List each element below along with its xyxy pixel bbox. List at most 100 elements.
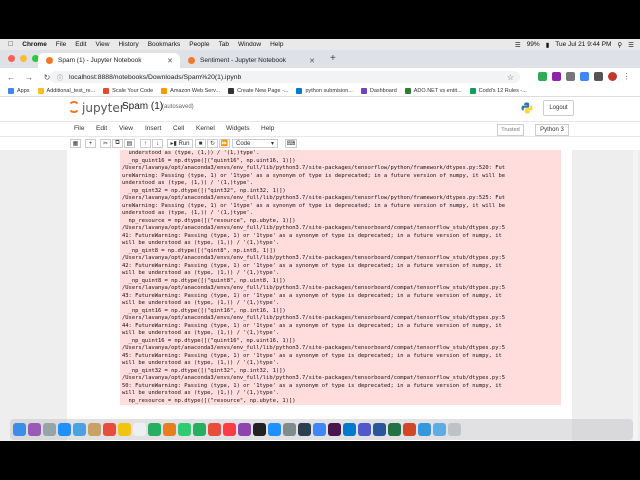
extension-icon[interactable] (538, 72, 547, 81)
menu-tab[interactable]: Tab (218, 41, 228, 48)
new-tab-button[interactable]: + (330, 53, 336, 64)
address-bar[interactable]: ⓘ localhost:8888/notebooks/Downloads/Spa… (50, 71, 520, 83)
contacts-icon[interactable] (88, 423, 101, 436)
photos-icon[interactable] (163, 423, 176, 436)
terminal-icon[interactable] (298, 423, 311, 436)
bookmark-star-icon[interactable]: ☆ (507, 73, 514, 82)
system-preferences-icon[interactable] (283, 423, 296, 436)
jmenu-help[interactable]: Help (261, 125, 274, 132)
menu-help[interactable]: Help (270, 41, 283, 48)
calendar-icon[interactable] (103, 423, 116, 436)
kernel-indicator[interactable]: Python 3 (535, 124, 569, 136)
preview-icon[interactable] (418, 423, 431, 436)
stop-icon[interactable]: ■ (195, 139, 206, 148)
url-text[interactable]: localhost:8888/notebooks/Downloads/Spam%… (69, 74, 241, 81)
menu-history[interactable]: History (118, 41, 138, 48)
reminders-icon[interactable] (133, 423, 146, 436)
music-icon[interactable] (223, 423, 236, 436)
clock[interactable]: Tue Jul 21 9:44 PM (555, 41, 611, 48)
bookmark-item[interactable]: Amazon Web Serv... (161, 88, 220, 94)
close-tab-icon[interactable]: ✕ (167, 57, 173, 65)
trusted-badge[interactable]: Trusted (497, 124, 524, 136)
maps-icon[interactable] (148, 423, 161, 436)
slack-icon[interactable] (328, 423, 341, 436)
bookmark-item[interactable]: python submision... (296, 88, 353, 94)
scrollbar[interactable] (633, 150, 638, 441)
news-icon[interactable] (208, 423, 221, 436)
facetime-icon[interactable] (193, 423, 206, 436)
menu-view[interactable]: View (96, 41, 110, 48)
menu-edit[interactable]: Edit (75, 41, 86, 48)
messages-icon[interactable] (178, 423, 191, 436)
restart-icon[interactable]: ↻ (207, 139, 218, 148)
bookmark-item[interactable]: ADO.NET vs entit... (404, 88, 462, 94)
podcasts-icon[interactable] (238, 423, 251, 436)
copy-icon[interactable]: ⧉ (112, 139, 123, 148)
finder-icon[interactable] (13, 423, 26, 436)
jupyter-logo[interactable]: jupyter (68, 101, 125, 115)
extension-icon[interactable] (594, 72, 603, 81)
bookmark-item[interactable]: Create New Page -... (228, 88, 288, 94)
menu-bookmarks[interactable]: Bookmarks (148, 41, 181, 48)
close-tab-icon[interactable]: ✕ (309, 57, 315, 65)
cell-type-select[interactable]: Code ▾ (232, 139, 278, 148)
jmenu-view[interactable]: View (119, 125, 133, 132)
forward-icon[interactable]: → (22, 73, 36, 82)
search-icon[interactable]: ⚲ (617, 41, 622, 49)
jmenu-insert[interactable]: Insert (145, 125, 161, 132)
bookmark-item[interactable]: Dashboard (360, 88, 397, 94)
battery-icon[interactable]: ▮ (546, 41, 550, 49)
vscode-icon[interactable] (343, 423, 356, 436)
bookmark-apps[interactable]: Apps (8, 88, 30, 94)
menu-file[interactable]: File (56, 41, 66, 48)
notebook-name[interactable]: Spam (1) (122, 101, 163, 112)
mail-icon[interactable] (73, 423, 86, 436)
excel-icon[interactable] (388, 423, 401, 436)
save-icon[interactable]: ▦ (70, 139, 81, 148)
bookmark-item[interactable]: Scale Your Code (103, 88, 153, 94)
apple-icon[interactable]:  (8, 41, 13, 48)
wifi-icon[interactable]: ☰ (515, 41, 521, 49)
jmenu-kernel[interactable]: Kernel (196, 125, 215, 132)
jmenu-file[interactable]: File (74, 125, 84, 132)
app-store-icon[interactable] (268, 423, 281, 436)
extension-icon[interactable] (580, 72, 589, 81)
close-window-icon[interactable] (8, 55, 15, 62)
siri-icon[interactable] (28, 423, 41, 436)
move-up-icon[interactable]: ↑ (140, 139, 151, 148)
app-menu[interactable]: Chrome (22, 41, 47, 48)
cut-icon[interactable]: ✂ (100, 139, 111, 148)
trash-icon[interactable] (448, 423, 461, 436)
jmenu-widgets[interactable]: Widgets (226, 125, 249, 132)
profile-avatar-icon[interactable] (608, 72, 617, 81)
back-icon[interactable]: ← (4, 73, 18, 82)
info-icon[interactable]: ⓘ (57, 73, 63, 82)
fast-forward-icon[interactable]: ⏩ (219, 139, 230, 148)
move-down-icon[interactable]: ↓ (152, 139, 163, 148)
launchpad-icon[interactable] (43, 423, 56, 436)
tab-spam[interactable]: Spam (1) - Jupyter Notebook ✕ (38, 53, 180, 68)
logout-button[interactable]: Logout (543, 100, 574, 116)
menu-window[interactable]: Window (238, 41, 261, 48)
menu-people[interactable]: People (189, 41, 209, 48)
notes-icon[interactable] (118, 423, 131, 436)
teams-icon[interactable] (358, 423, 371, 436)
jmenu-edit[interactable]: Edit (96, 125, 107, 132)
run-button[interactable]: ▸▮ Run (167, 139, 193, 148)
jmenu-cell[interactable]: Cell (173, 125, 184, 132)
tv-icon[interactable] (253, 423, 266, 436)
extension-icon[interactable] (566, 72, 575, 81)
extension-icon[interactable] (552, 72, 561, 81)
minimize-window-icon[interactable] (20, 55, 27, 62)
control-center-icon[interactable]: ☰ (628, 41, 634, 49)
command-palette-icon[interactable]: ⌨ (285, 139, 297, 148)
powerpoint-icon[interactable] (403, 423, 416, 436)
more-menu-icon[interactable]: ⋮ (622, 72, 631, 81)
downloads-icon[interactable] (433, 423, 446, 436)
insert-cell-icon[interactable]: + (85, 139, 96, 148)
bookmark-item[interactable]: Codd's 12 Rules -... (469, 88, 527, 94)
safari-icon[interactable] (58, 423, 71, 436)
chrome-icon[interactable] (313, 423, 326, 436)
tab-sentiment[interactable]: Sentiment - Jupyter Notebook ✕ (180, 53, 322, 68)
bookmark-item[interactable]: Additional_test_re... (37, 88, 95, 94)
